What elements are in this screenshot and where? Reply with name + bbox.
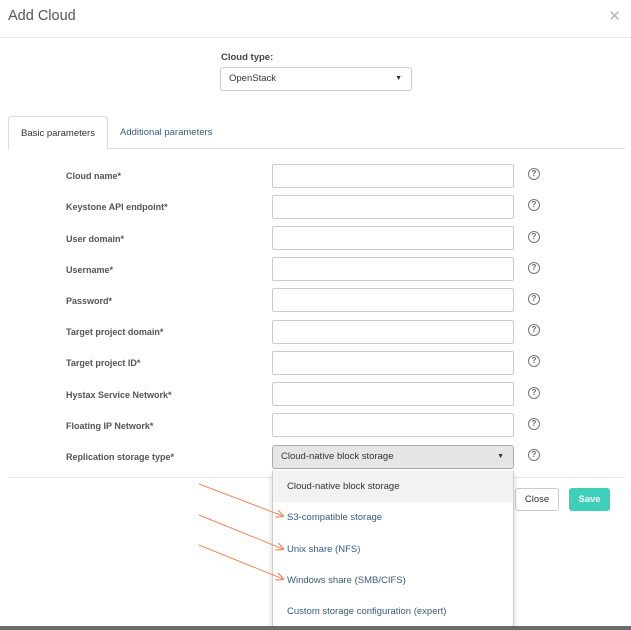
target-project-domain-input[interactable] xyxy=(272,320,514,344)
storage-type-dropdown: Cloud-native block storage S3-compatible… xyxy=(272,471,514,627)
replication-storage-type-label: Replication storage type* xyxy=(66,452,175,462)
replication-storage-type-value: Cloud-native block storage xyxy=(281,451,394,462)
cloud-name-input[interactable] xyxy=(272,164,514,188)
replication-storage-type-select[interactable]: Cloud-native block storage ▼ xyxy=(272,445,514,469)
caret-down-icon: ▼ xyxy=(497,453,504,460)
hystax-service-network-input[interactable] xyxy=(272,382,514,406)
tab-additional-parameters[interactable]: Additional parameters xyxy=(120,116,212,149)
target-project-id-label: Target project ID* xyxy=(66,358,141,368)
dropdown-option[interactable]: Unix share (NFS) xyxy=(273,534,513,565)
close-icon[interactable]: ✕ xyxy=(608,7,621,25)
floating-ip-network-input[interactable] xyxy=(272,413,514,437)
password-label: Password* xyxy=(66,296,113,306)
username-label: Username* xyxy=(66,265,114,275)
help-icon[interactable]: ? xyxy=(528,324,540,336)
help-icon[interactable]: ? xyxy=(528,168,540,180)
save-button[interactable]: Save xyxy=(569,488,610,511)
modal-header: Add Cloud ✕ xyxy=(0,0,631,38)
caret-down-icon: ▼ xyxy=(395,75,402,82)
modal-title: Add Cloud xyxy=(8,8,76,24)
annotation-arrow xyxy=(198,544,283,579)
keystone-api-endpoint-input[interactable] xyxy=(272,195,514,219)
cloud-type-select[interactable]: OpenStack ▼ xyxy=(220,67,412,91)
target-project-id-input[interactable] xyxy=(272,351,514,375)
help-icon[interactable]: ? xyxy=(528,231,540,243)
tab-basic-parameters[interactable]: Basic parameters xyxy=(8,116,108,150)
help-icon[interactable]: ? xyxy=(528,387,540,399)
help-icon[interactable]: ? xyxy=(528,199,540,211)
keystone-api-endpoint-label: Keystone API endpoint* xyxy=(66,202,168,212)
dropdown-option[interactable]: S3-compatible storage xyxy=(273,502,513,533)
password-input[interactable] xyxy=(272,288,514,312)
user-domain-label: User domain* xyxy=(66,234,125,244)
username-input[interactable] xyxy=(272,257,514,281)
cloud-name-label: Cloud name* xyxy=(66,171,122,181)
tab-bar: Basic parameters Additional parameters xyxy=(8,116,625,150)
bottom-bar xyxy=(0,626,631,630)
add-cloud-modal: Add Cloud ✕ Cloud type: OpenStack ▼ Basi… xyxy=(0,0,631,630)
help-icon[interactable]: ? xyxy=(528,418,540,430)
help-icon[interactable]: ? xyxy=(528,449,540,461)
help-icon[interactable]: ? xyxy=(528,262,540,274)
dropdown-option[interactable]: Custom storage configuration (expert) xyxy=(273,596,513,627)
annotation-arrow xyxy=(198,483,283,516)
dropdown-option[interactable]: Cloud-native block storage xyxy=(273,471,513,502)
help-icon[interactable]: ? xyxy=(528,355,540,367)
cloud-type-label: Cloud type: xyxy=(221,52,274,63)
dropdown-option[interactable]: Windows share (SMB/CIFS) xyxy=(273,565,513,596)
user-domain-input[interactable] xyxy=(272,226,514,250)
hystax-service-network-label: Hystax Service Network* xyxy=(66,390,172,400)
annotation-arrow xyxy=(198,514,283,549)
target-project-domain-label: Target project domain* xyxy=(66,327,164,337)
floating-ip-network-label: Floating IP Network* xyxy=(66,421,154,431)
help-icon[interactable]: ? xyxy=(528,293,540,305)
close-button[interactable]: Close xyxy=(515,488,559,511)
cloud-type-value: OpenStack xyxy=(229,73,276,84)
